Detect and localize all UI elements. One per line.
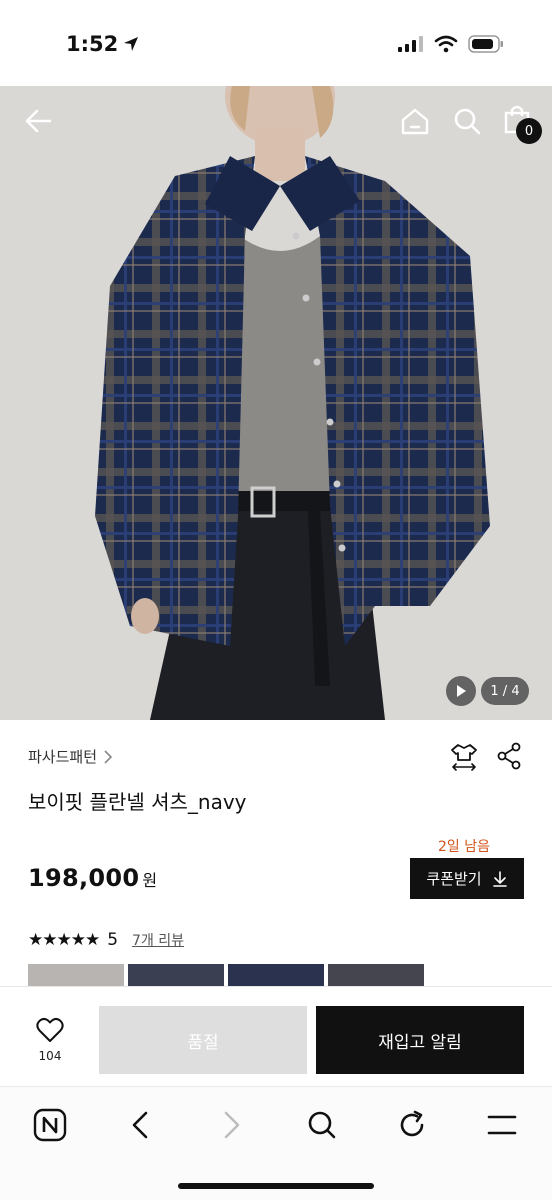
back-arrow-icon[interactable] [22,105,54,137]
product-share-actions [450,742,522,772]
like-button[interactable]: 104 [30,1017,70,1063]
chevron-right-icon [224,1111,240,1139]
naver-logo-icon [33,1108,67,1142]
hamburger-menu-icon [487,1115,517,1135]
review-thumbnail[interactable] [28,964,124,988]
price-currency: 원 [142,871,158,890]
image-pager: 1 / 4 [481,677,529,705]
naver-home-button[interactable] [30,1105,70,1145]
battery-icon [468,35,503,53]
coupon-label: 쿠폰받기 [426,870,482,888]
product-title: 보이핏 플란넬 셔츠_navy [28,790,247,814]
reviews-link[interactable]: 7개 리뷰 [132,930,184,950]
product-image[interactable]: 0 1 / 4 [0,86,552,720]
play-icon [457,685,466,697]
product-photo [0,86,552,720]
rating-stars: ★★★★★ [28,930,100,950]
review-thumbnails [28,964,424,988]
download-icon [492,870,507,887]
hero-toolbar: 0 [0,86,552,156]
cart-count-badge: 0 [516,118,542,144]
heart-icon [36,1017,64,1042]
restock-alert-button[interactable]: 재입고 알림 [316,1006,524,1074]
wifi-icon [434,35,458,53]
brand-link[interactable]: 파사드패턴 [28,746,113,767]
coupon-button[interactable]: 쿠폰받기 [410,858,524,899]
time-text: 1:52 [66,32,119,56]
search-icon[interactable] [452,106,482,136]
price-value: 198,000 [28,864,140,892]
chevron-right-icon [104,749,113,764]
like-count: 104 [38,1049,62,1063]
status-icons [398,35,504,53]
stock-notice: 2일 남음 [438,839,490,855]
hero-actions: 0 [400,104,542,144]
review-thumbnail[interactable] [228,964,324,988]
signal-icon [398,36,423,52]
rating-summary: ★★★★★ 5 7개 리뷰 [28,930,184,950]
status-bar: 1:52 [0,0,552,86]
location-arrow-icon [124,37,139,51]
video-play-button[interactable] [446,676,476,706]
home-indicator [178,1183,374,1189]
browser-toolbar [0,1086,552,1200]
review-thumbnail[interactable] [128,964,224,988]
browser-forward-button[interactable] [212,1105,252,1145]
browser-menu-button[interactable] [482,1105,522,1145]
browser-back-button[interactable] [120,1105,160,1145]
home-icon[interactable] [400,106,430,136]
soldout-button: 품절 [99,1006,307,1074]
browser-reload-button[interactable] [392,1105,432,1145]
chevron-left-icon [132,1111,148,1139]
cart-button[interactable]: 0 [504,104,542,144]
brand-name: 파사드패턴 [28,748,98,766]
share-icon[interactable] [496,742,522,770]
product-price: 198,000 원 [28,864,157,892]
search-icon [308,1111,336,1139]
status-time: 1:52 [66,32,140,56]
reload-icon [400,1110,424,1137]
rating-score: 5 [107,930,119,950]
purchase-bar: 104 품절 재입고 알림 [0,986,552,1086]
size-guide-icon[interactable] [450,742,478,772]
browser-search-button[interactable] [302,1105,342,1145]
review-thumbnail[interactable] [328,964,424,988]
